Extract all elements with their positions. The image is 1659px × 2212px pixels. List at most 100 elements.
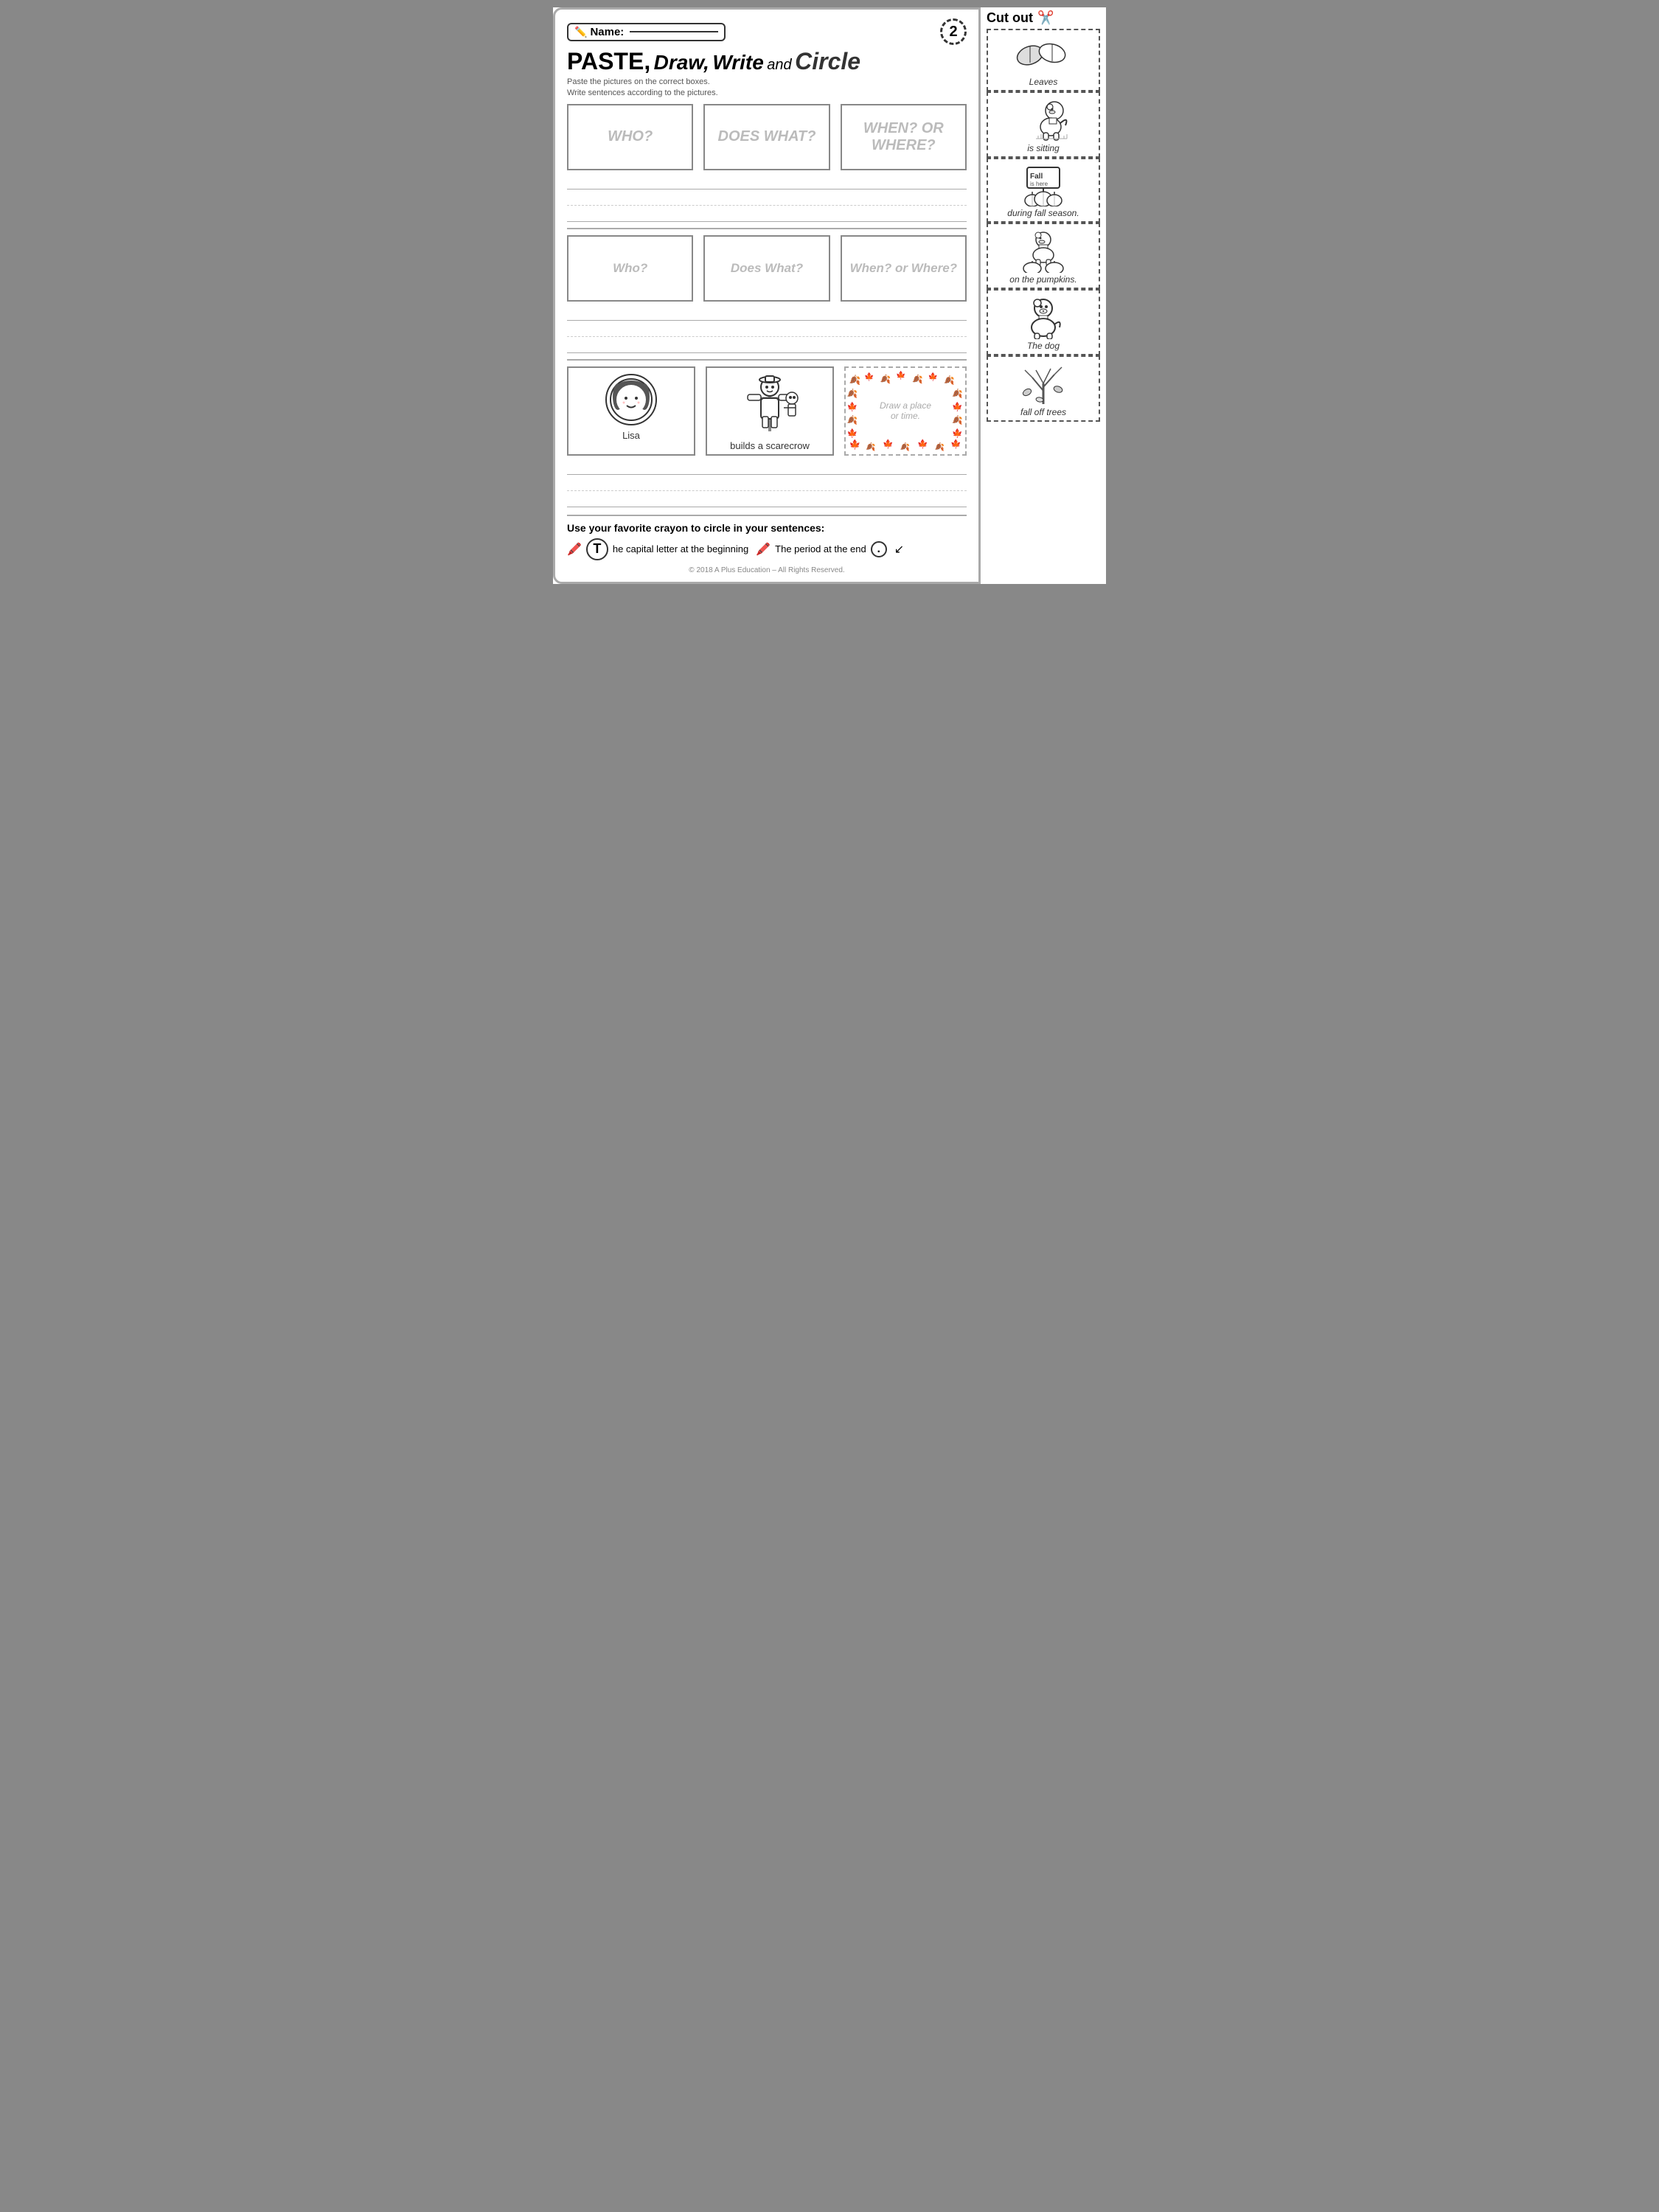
lisa-face-svg <box>608 376 655 423</box>
cutout-header: Cut out ✂️ <box>987 10 1100 26</box>
cutout-title: Cut out <box>987 10 1033 26</box>
write-line[interactable] <box>567 305 967 321</box>
section-divider-1 <box>567 228 967 229</box>
svg-text:🍂: 🍂 <box>912 374 923 384</box>
picture-row-3: Lisa <box>567 366 967 456</box>
title-circle: Circle <box>795 48 860 74</box>
svg-text:🍂: 🍂 <box>880 374 891 384</box>
title-draw: Draw, <box>654 51 709 74</box>
lisa-caption: Lisa <box>622 430 640 441</box>
crayon-icon-2: 🖍️ <box>756 542 771 557</box>
draw-place-box[interactable]: 🍂 🍁 🍂 🍁 🍂 🍁 🍂 🍁 🍂 🍁 🍂 🍁 🍂 <box>844 366 967 456</box>
write-line[interactable] <box>567 491 967 507</box>
section-2: Who? Does What? When? or Where? <box>567 235 967 353</box>
cutout-label-pumpkins: on the pumpkins. <box>1009 274 1077 285</box>
does-what-box-2: Does What? <box>703 235 830 302</box>
pencil-icon: ✏️ <box>574 26 587 38</box>
write-lines-3 <box>567 459 967 507</box>
svg-text:🍂: 🍂 <box>935 442 945 451</box>
fall-sign-image: Fall is here <box>1014 164 1073 206</box>
svg-text:🍂: 🍂 <box>847 388 858 398</box>
write-line-dashed[interactable] <box>567 321 967 337</box>
footer-item-1-text: he capital letter at the beginning <box>613 543 748 554</box>
page-number: 2 <box>940 18 967 45</box>
capital-t-circle: T <box>586 538 608 560</box>
svg-text:🍂: 🍂 <box>944 375 955 385</box>
svg-text:🍁: 🍁 <box>847 428 858 438</box>
draw-box-label: Draw a place or time. <box>876 400 936 421</box>
lisa-box: Lisa <box>567 366 695 456</box>
svg-text:🍁: 🍁 <box>849 439 861 450</box>
svg-text:🍂: 🍂 <box>849 374 861 385</box>
title-paste: PASTE, <box>567 48 650 74</box>
svg-text:🍂: 🍂 <box>847 414 858 425</box>
the-dog-image <box>1014 295 1073 339</box>
svg-text:🍁: 🍁 <box>864 372 874 381</box>
period-circle: . <box>871 541 887 557</box>
who-box-2: Who? <box>567 235 693 302</box>
name-underline[interactable] <box>630 31 718 32</box>
write-line[interactable] <box>567 206 967 222</box>
box-row-2: Who? Does What? When? or Where? <box>567 235 967 302</box>
section-divider-2 <box>567 359 967 361</box>
svg-text:🍂: 🍂 <box>952 414 963 425</box>
svg-text:🍁: 🍁 <box>883 439 894 449</box>
copyright: © 2018 A Plus Education – All Rights Res… <box>567 566 967 574</box>
cutout-label-falltrees: fall off trees <box>1020 407 1066 417</box>
scarecrow-caption: builds a scarecrow <box>730 440 810 451</box>
footer-title: Use your favorite crayon to circle in yo… <box>567 522 967 534</box>
lisa-circle <box>605 374 657 425</box>
svg-text:🍁: 🍁 <box>952 401 963 411</box>
section-3: Lisa <box>567 366 967 507</box>
title-and: and <box>767 57 791 73</box>
cutout-label-sitting: is sitting <box>1027 143 1059 153</box>
svg-text:🍁: 🍁 <box>847 401 858 411</box>
svg-text:Fall: Fall <box>1030 173 1043 181</box>
scarecrow-box: builds a scarecrow <box>706 366 834 456</box>
footer-item-1: 🖍️ T he capital letter at the beginning <box>567 538 748 560</box>
name-box: ✏️ Name: <box>567 23 726 41</box>
cutout-label-thedog: The dog <box>1027 341 1060 351</box>
svg-text:🍁: 🍁 <box>950 439 961 449</box>
box-row-1: WHO? DOES WHAT? WHEN? OR WHERE? <box>567 104 967 170</box>
cutout-item-pumpkins[interactable]: on the pumpkins. <box>987 223 1100 289</box>
title-write: Write <box>712 51 764 74</box>
when-where-box-2: When? or Where? <box>841 235 967 302</box>
svg-text:🍂: 🍂 <box>900 442 910 451</box>
subtitle-line1: Paste the pictures on the correct boxes. <box>567 77 967 88</box>
write-lines-1 <box>567 173 967 222</box>
when-where-box-1: WHEN? OR WHERE? <box>841 104 967 170</box>
cutout-item-thedog[interactable]: The dog <box>987 289 1100 355</box>
write-line-dashed[interactable] <box>567 475 967 491</box>
write-line[interactable] <box>567 337 967 353</box>
svg-text:🍁: 🍁 <box>917 439 928 449</box>
cutout-item-falltrees[interactable]: fall off trees <box>987 355 1100 422</box>
who-box-1: WHO? <box>567 104 693 170</box>
dog-pumpkins-image <box>1014 229 1073 273</box>
does-what-box-1: DOES WHAT? <box>703 104 830 170</box>
cutout-item-fall[interactable]: Fall is here d <box>987 158 1100 223</box>
write-line[interactable] <box>567 459 967 475</box>
scissors-icon: ✂️ <box>1037 10 1054 26</box>
cutout-item-sitting[interactable]: is sitting <box>987 91 1100 158</box>
name-label: Name: <box>590 26 624 38</box>
write-line-dashed[interactable] <box>567 189 967 206</box>
write-line[interactable] <box>567 173 967 189</box>
section-1: WHO? DOES WHAT? WHEN? OR WHERE? <box>567 104 967 222</box>
cutout-item-leaves[interactable]: Leaves <box>987 29 1100 91</box>
fall-trees-image <box>1014 361 1073 406</box>
svg-text:🍂: 🍂 <box>866 442 875 451</box>
svg-text:🍁: 🍁 <box>928 372 938 381</box>
footer-items: 🖍️ T he capital letter at the beginning … <box>567 538 967 560</box>
dog-sitting-image <box>1014 97 1073 142</box>
write-lines-2 <box>567 305 967 353</box>
leaves-image <box>1014 35 1073 75</box>
svg-text:is here: is here <box>1030 181 1048 187</box>
main-content: ✏️ Name: 2 PASTE, Draw, Write and Circle… <box>553 7 981 584</box>
svg-text:🍁: 🍁 <box>896 370 905 380</box>
arrow-icon: ↙ <box>894 542 904 557</box>
footer-section: Use your favorite crayon to circle in yo… <box>567 515 967 574</box>
cutout-section: Cut out ✂️ Leaves <box>981 7 1106 584</box>
subtitle: Paste the pictures on the correct boxes.… <box>567 77 967 100</box>
svg-text:🍁: 🍁 <box>952 428 963 438</box>
